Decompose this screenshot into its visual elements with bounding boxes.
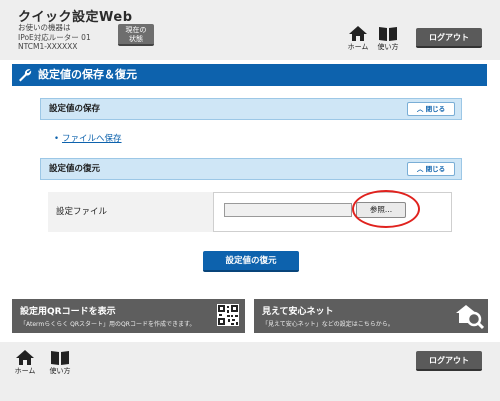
footer-manual-nav[interactable]: 使い方 bbox=[49, 350, 71, 376]
book-icon bbox=[51, 351, 69, 365]
save-section-title: 設定値の保存 bbox=[49, 104, 101, 114]
manual-label: 使い方 bbox=[377, 43, 399, 51]
save-section-close-button[interactable]: ︿ 閉じる bbox=[407, 102, 455, 116]
close-label: 閉じる bbox=[425, 105, 446, 113]
current-status-button[interactable]: 現在の 状態 bbox=[118, 24, 154, 46]
footer-logout-button[interactable]: ログアウト bbox=[416, 351, 482, 371]
device-info-line: お使いの機器は bbox=[18, 23, 71, 32]
qr-panel-title: 設定用QRコードを表示 bbox=[20, 307, 116, 317]
restore-section-title: 設定値の復元 bbox=[49, 164, 101, 174]
restore-section-close-button[interactable]: ︿ 閉じる bbox=[407, 162, 455, 176]
home-icon bbox=[16, 350, 34, 365]
page-title: 設定値の保存＆復元 bbox=[38, 68, 137, 81]
save-to-file-link[interactable]: • ファイルへ保存 bbox=[54, 132, 122, 144]
bullet-icon: • bbox=[54, 134, 60, 144]
qr-panel-desc: 「Atermらくらく QRスタート」用のQRコードを作成できます。 bbox=[20, 321, 196, 328]
header: クイック設定Web お使いの機器は IPoE対応ルーター 01 NTCM1-XX… bbox=[0, 0, 500, 60]
close-label: 閉じる bbox=[425, 165, 446, 173]
save-section-header: 設定値の保存 ︿ 閉じる bbox=[40, 98, 462, 120]
book-icon bbox=[379, 27, 397, 41]
house-magnifier-icon bbox=[456, 305, 484, 330]
chevron-up-icon: ︿ bbox=[416, 105, 424, 113]
home-nav[interactable]: ホーム bbox=[347, 26, 369, 52]
home-icon bbox=[349, 26, 367, 41]
highlight-circle bbox=[352, 190, 420, 228]
home-label: ホーム bbox=[347, 43, 369, 51]
safe-net-panel[interactable]: 見えて安心ネット 「見えて安心ネット」などの設定はこちらから。 bbox=[254, 299, 488, 333]
status-button-line: 現在の bbox=[125, 26, 147, 34]
restore-settings-button[interactable]: 設定値の復元 bbox=[203, 251, 299, 272]
home-label: ホーム bbox=[14, 367, 36, 375]
wrench-icon bbox=[19, 69, 32, 82]
settings-file-input[interactable] bbox=[224, 203, 352, 217]
device-info-line: NTCM1-XXXXXX bbox=[18, 42, 78, 51]
settings-file-label: 設定ファイル bbox=[48, 192, 214, 232]
manual-nav[interactable]: 使い方 bbox=[377, 26, 399, 52]
qr-code-panel[interactable]: 設定用QRコードを表示 「Atermらくらく QRスタート」用のQRコードを作成… bbox=[12, 299, 245, 333]
safe-net-panel-title: 見えて安心ネット bbox=[262, 307, 334, 317]
device-info-line: IPoE対応ルーター 01 bbox=[18, 32, 91, 42]
logout-button[interactable]: ログアウト bbox=[416, 28, 482, 48]
page-title-bar: 設定値の保存＆復元 bbox=[12, 64, 487, 86]
footer: ホーム 使い方 ログアウト bbox=[0, 342, 500, 401]
device-info: お使いの機器は IPoE対応ルーター 01 NTCM1-XXXXXX bbox=[18, 23, 91, 52]
restore-section-header: 設定値の復元 ︿ 閉じる bbox=[40, 158, 462, 180]
chevron-up-icon: ︿ bbox=[416, 165, 424, 173]
qr-code-icon bbox=[217, 304, 239, 326]
manual-label: 使い方 bbox=[49, 367, 71, 375]
safe-net-panel-desc: 「見えて安心ネット」などの設定はこちらから。 bbox=[262, 321, 394, 328]
footer-home-nav[interactable]: ホーム bbox=[14, 350, 36, 376]
save-to-file-label: ファイルへ保存 bbox=[62, 134, 122, 144]
status-button-line: 状態 bbox=[129, 35, 143, 43]
